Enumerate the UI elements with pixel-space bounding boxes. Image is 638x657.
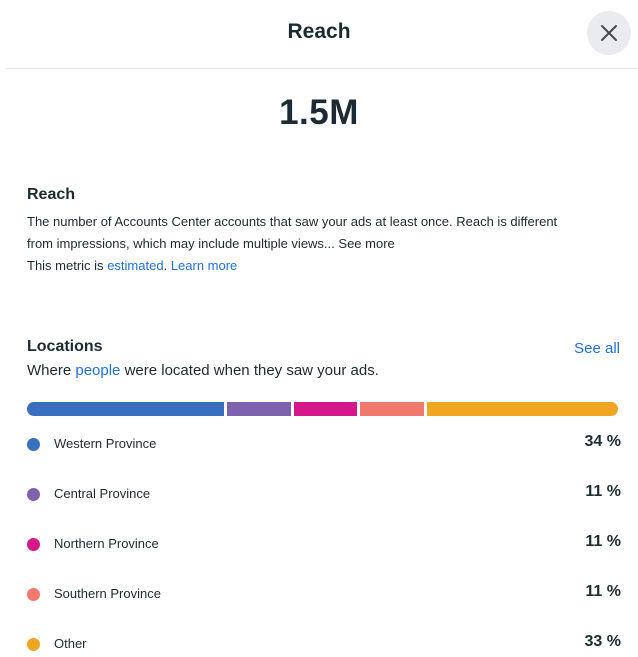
- subtitle-prefix: Where: [27, 362, 72, 379]
- location-row: Central Province 11 %: [27, 483, 621, 507]
- see-all-link[interactable]: See all: [574, 340, 620, 357]
- locations-heading: Locations: [27, 338, 103, 355]
- location-name: Northern Province: [54, 536, 159, 551]
- locations-distribution-bar: [27, 402, 618, 416]
- reach-description-line2: from impressions, which may include mult…: [27, 233, 617, 255]
- reach-description: The number of Accounts Center accounts t…: [27, 211, 617, 277]
- bar-segment: [226, 402, 291, 416]
- locations-subtitle: Where people were located when they saw …: [27, 362, 379, 379]
- bar-segment: [27, 402, 224, 416]
- location-name: Central Province: [54, 486, 151, 501]
- dialog-header: Reach: [0, 0, 638, 68]
- bar-segment: [426, 402, 618, 416]
- estimate-prefix: This metric is: [27, 258, 104, 273]
- reach-description-text: from impressions, which may include mult…: [27, 236, 335, 251]
- estimate-note: This metric is estimated. Learn more: [27, 255, 617, 277]
- reach-value: 1.5M: [279, 93, 359, 132]
- location-percent: 33 %: [584, 633, 621, 650]
- reach-description-line1: The number of Accounts Center accounts t…: [27, 214, 558, 229]
- location-row: Southern Province 11 %: [27, 583, 621, 607]
- legend-dot-icon: [27, 538, 40, 551]
- location-name: Southern Province: [54, 586, 161, 601]
- close-button[interactable]: [587, 11, 631, 55]
- bar-segment: [293, 402, 358, 416]
- dialog-title: Reach: [287, 20, 351, 43]
- subtitle-suffix: were located when they saw your ads.: [124, 362, 379, 379]
- location-percent: 11 %: [585, 483, 621, 500]
- location-percent: 11 %: [585, 583, 621, 600]
- location-row: Other 33 %: [27, 633, 621, 657]
- estimate-period: .: [163, 258, 168, 273]
- people-link[interactable]: people: [75, 362, 120, 379]
- location-name: Western Province: [54, 436, 157, 451]
- location-row: Northern Province 11 %: [27, 533, 621, 557]
- location-name: Other: [54, 636, 87, 651]
- legend-dot-icon: [27, 588, 40, 601]
- location-percent: 34 %: [584, 433, 621, 450]
- learn-more-link[interactable]: Learn more: [171, 258, 237, 273]
- legend-dot-icon: [27, 438, 40, 451]
- legend-dot-icon: [27, 638, 40, 651]
- reach-heading: Reach: [27, 186, 76, 203]
- close-icon: [601, 25, 617, 41]
- legend-dot-icon: [27, 488, 40, 501]
- location-row: Western Province 34 %: [27, 433, 621, 457]
- location-percent: 11 %: [585, 533, 621, 550]
- header-divider: [6, 68, 638, 69]
- estimated-link[interactable]: estimated: [107, 258, 163, 273]
- bar-segment: [360, 402, 424, 416]
- see-more-link[interactable]: See more: [338, 236, 394, 251]
